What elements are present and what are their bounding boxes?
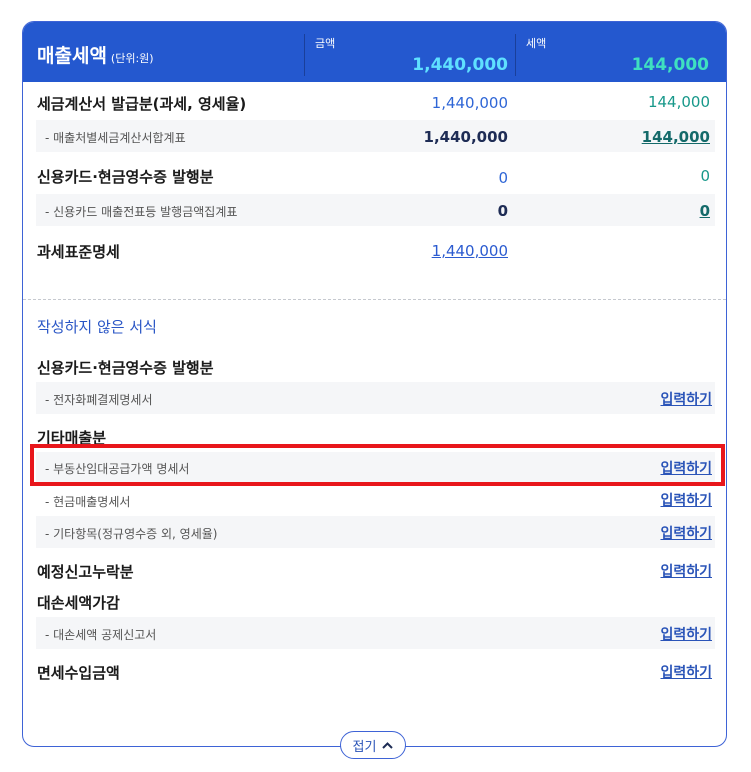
fold-button[interactable]: 접기 xyxy=(340,731,406,759)
header-divider xyxy=(515,34,516,76)
unwritten-section-title: 작성하지 않은 서식 xyxy=(37,318,157,336)
tax-header-label: 세액 xyxy=(526,37,547,50)
row-amount: 0 xyxy=(498,169,508,187)
row-amount-link[interactable]: 1,440,000 xyxy=(368,242,508,260)
row-label: - 신용카드 매출전표등 발행금액집계표 xyxy=(45,205,238,219)
sales-tax-card: 매출세액 (단위:원) 금액 1,440,000 세액 144,000 세금계산서… xyxy=(22,21,727,747)
card-header: 매출세액 (단위:원) 금액 1,440,000 세액 144,000 xyxy=(23,22,726,82)
list-item: 예정신고누락분 xyxy=(37,563,134,581)
list-item: - 현금매출명세서 xyxy=(45,495,131,509)
row-label: 신용카드·현금영수증 발행분 xyxy=(37,168,214,186)
chevron-up-icon xyxy=(382,741,394,749)
header-title: 매출세액 (단위:원) xyxy=(37,45,154,67)
list-item: - 기타항목(정규영수증 외, 영세율) xyxy=(45,527,218,541)
list-item: - 전자화폐결제명세서 xyxy=(45,393,153,407)
input-link[interactable]: 입력하기 xyxy=(660,523,712,543)
row-tax-link[interactable]: 0 xyxy=(570,202,710,220)
list-item: 신용카드·현금영수증 발행분 xyxy=(37,359,214,377)
section-divider xyxy=(23,299,726,300)
row-label: 세금계산서 발급분(과세, 영세율) xyxy=(37,95,247,113)
fold-button-label: 접기 xyxy=(352,739,377,755)
row-amount: 1,440,000 xyxy=(431,94,508,112)
tax-header-value: 144,000 xyxy=(631,55,709,75)
input-link[interactable]: 입력하기 xyxy=(660,624,712,644)
input-link[interactable]: 입력하기 xyxy=(660,389,712,409)
input-link[interactable]: 입력하기 xyxy=(660,561,712,581)
row-tax-link[interactable]: 144,000 xyxy=(570,128,710,146)
amount-header-value: 1,440,000 xyxy=(412,55,508,75)
list-item: 면세수입금액 xyxy=(37,664,120,682)
header-divider xyxy=(304,34,305,76)
list-item: - 대손세액 공제신고서 xyxy=(45,628,157,642)
header-unit: (단위:원) xyxy=(110,52,154,65)
highlight-box xyxy=(30,444,725,486)
input-link[interactable]: 입력하기 xyxy=(660,662,712,682)
amount-header-label: 금액 xyxy=(315,37,336,50)
list-item: 대손세액가감 xyxy=(37,594,120,612)
row-label: - 매출처별세금계산서합계표 xyxy=(45,131,186,145)
row-tax: 144,000 xyxy=(647,93,710,111)
row-tax: 0 xyxy=(700,167,710,185)
row-amount: 1,440,000 xyxy=(423,128,508,146)
input-link[interactable]: 입력하기 xyxy=(660,490,712,510)
row-label: 과세표준명세 xyxy=(37,243,120,261)
row-amount: 0 xyxy=(497,202,508,220)
